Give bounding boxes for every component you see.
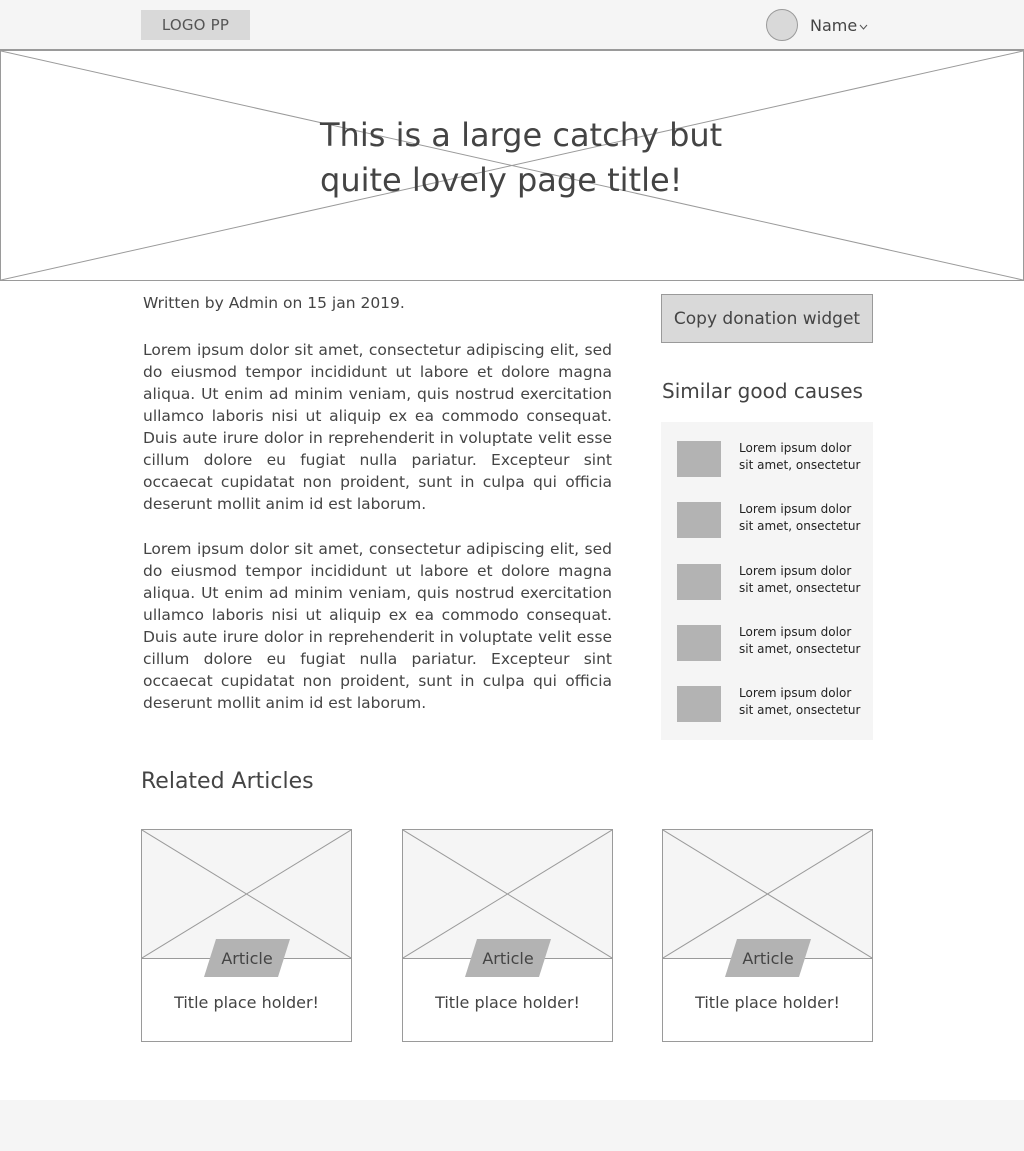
user-name: Name bbox=[810, 15, 858, 35]
user-avatar[interactable] bbox=[766, 9, 798, 41]
cause-item[interactable]: Lorem ipsum dolor sit amet, onsectetur bbox=[677, 625, 867, 665]
cause-item[interactable]: Lorem ipsum dolor sit amet, onsectetur bbox=[677, 686, 867, 726]
chevron-down-icon bbox=[859, 24, 868, 30]
cause-thumbnail bbox=[677, 625, 721, 661]
card-title[interactable]: Title place holder! bbox=[663, 993, 872, 1012]
page-footer bbox=[0, 1100, 1024, 1151]
copy-donation-widget-button[interactable]: Copy donation widget bbox=[661, 294, 873, 343]
similar-causes-list: Lorem ipsum dolor sit amet, onsectetur L… bbox=[661, 422, 873, 740]
article-card[interactable]: Article Title place holder! bbox=[662, 829, 873, 1042]
hero-banner: This is a large catchy but quite lovely … bbox=[0, 50, 1024, 281]
article-tag-label: Article bbox=[482, 948, 534, 968]
user-menu[interactable]: Name bbox=[810, 14, 868, 36]
article-tag: Article bbox=[204, 939, 290, 977]
related-articles-heading: Related Articles bbox=[141, 769, 314, 794]
cause-thumbnail bbox=[677, 502, 721, 538]
article-tag: Article bbox=[465, 939, 551, 977]
top-header: LOGO PP Name bbox=[0, 0, 1024, 50]
article-paragraph: Lorem ipsum dolor sit amet, consectetur … bbox=[143, 540, 612, 712]
cause-text: Lorem ipsum dolor sit amet, onsectetur bbox=[739, 564, 861, 595]
cause-text: Lorem ipsum dolor sit amet, onsectetur bbox=[739, 625, 861, 656]
cause-thumbnail bbox=[677, 686, 721, 722]
article-paragraph: Lorem ipsum dolor sit amet, consectetur … bbox=[143, 341, 612, 513]
article-tag-label: Article bbox=[221, 948, 273, 968]
article-meta: Written by Admin on 15 jan 2019. bbox=[143, 294, 405, 312]
cause-thumbnail bbox=[677, 441, 721, 477]
site-logo[interactable]: LOGO PP bbox=[141, 10, 250, 40]
article-tag: Article bbox=[725, 939, 811, 977]
article-card[interactable]: Article Title place holder! bbox=[402, 829, 613, 1042]
cause-text: Lorem ipsum dolor sit amet, onsectetur bbox=[739, 441, 861, 472]
card-title[interactable]: Title place holder! bbox=[142, 993, 351, 1012]
cause-item[interactable]: Lorem ipsum dolor sit amet, onsectetur bbox=[677, 564, 867, 604]
similar-causes-heading: Similar good causes bbox=[662, 379, 863, 403]
cause-text: Lorem ipsum dolor sit amet, onsectetur bbox=[739, 686, 861, 717]
cause-item[interactable]: Lorem ipsum dolor sit amet, onsectetur bbox=[677, 502, 867, 542]
cause-text: Lorem ipsum dolor sit amet, onsectetur bbox=[739, 502, 861, 533]
article-tag-label: Article bbox=[742, 948, 794, 968]
page-title: This is a large catchy but quite lovely … bbox=[320, 116, 723, 199]
cause-item[interactable]: Lorem ipsum dolor sit amet, onsectetur bbox=[677, 441, 867, 481]
card-title[interactable]: Title place holder! bbox=[403, 993, 612, 1012]
article-card[interactable]: Article Title place holder! bbox=[141, 829, 352, 1042]
cause-thumbnail bbox=[677, 564, 721, 600]
